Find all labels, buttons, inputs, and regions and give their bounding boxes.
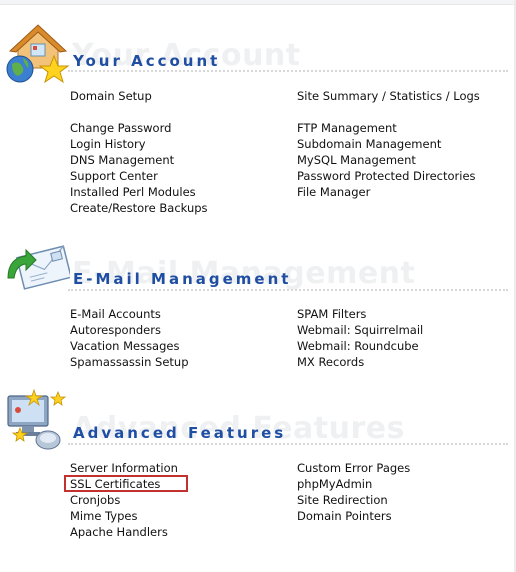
link-site-summary[interactable]: Site Summary / Statistics / Logs — [297, 89, 480, 103]
link-create-restore-backups[interactable]: Create/Restore Backups — [70, 201, 208, 215]
link-ftp-management[interactable]: FTP Management — [297, 121, 397, 135]
link-email-accounts[interactable]: E-Mail Accounts — [70, 307, 161, 321]
link-custom-error-pages[interactable]: Custom Error Pages — [297, 461, 410, 475]
link-mysql-management[interactable]: MySQL Management — [297, 153, 416, 167]
section-title: Advanced Features — [73, 424, 287, 442]
link-autoresponders[interactable]: Autoresponders — [70, 323, 161, 337]
link-subdomain-management[interactable]: Subdomain Management — [297, 137, 441, 151]
section-divider — [68, 289, 508, 291]
link-server-information[interactable]: Server Information — [70, 461, 178, 475]
link-password-protected-directories[interactable]: Password Protected Directories — [297, 169, 476, 183]
link-apache-handlers[interactable]: Apache Handlers — [70, 525, 168, 539]
link-cronjobs[interactable]: Cronjobs — [70, 493, 120, 507]
link-webmail-squirrelmail[interactable]: Webmail: Squirrelmail — [297, 323, 423, 337]
ssl-certificates-highlight-box — [64, 475, 188, 492]
link-site-redirection[interactable]: Site Redirection — [297, 493, 388, 507]
link-vacation-messages[interactable]: Vacation Messages — [70, 339, 179, 353]
link-phpmyadmin[interactable]: phpMyAdmin — [297, 477, 372, 491]
link-webmail-roundcube[interactable]: Webmail: Roundcube — [297, 339, 419, 353]
link-installed-perl-modules[interactable]: Installed Perl Modules — [70, 185, 196, 199]
link-domain-pointers[interactable]: Domain Pointers — [297, 509, 392, 523]
email-envelope-arrow-icon — [7, 245, 70, 290]
section-divider — [68, 70, 508, 72]
link-login-history[interactable]: Login History — [70, 137, 146, 151]
link-spamassassin-setup[interactable]: Spamassassin Setup — [70, 355, 189, 369]
link-mime-types[interactable]: Mime Types — [70, 509, 137, 523]
computer-monitor-stars-icon — [7, 388, 67, 450]
link-support-center[interactable]: Support Center — [70, 169, 158, 183]
link-mx-records[interactable]: MX Records — [297, 355, 364, 369]
link-file-manager[interactable]: File Manager — [297, 185, 370, 199]
top-border-line — [0, 4, 516, 5]
section-title: E-Mail Management — [73, 270, 292, 288]
link-domain-setup[interactable]: Domain Setup — [70, 89, 152, 103]
link-spam-filters[interactable]: SPAM Filters — [297, 307, 366, 321]
link-change-password[interactable]: Change Password — [70, 121, 171, 135]
section-divider — [68, 443, 508, 445]
house-globe-star-icon — [6, 24, 70, 84]
link-dns-management[interactable]: DNS Management — [70, 153, 174, 167]
section-title: Your Account — [73, 52, 221, 70]
